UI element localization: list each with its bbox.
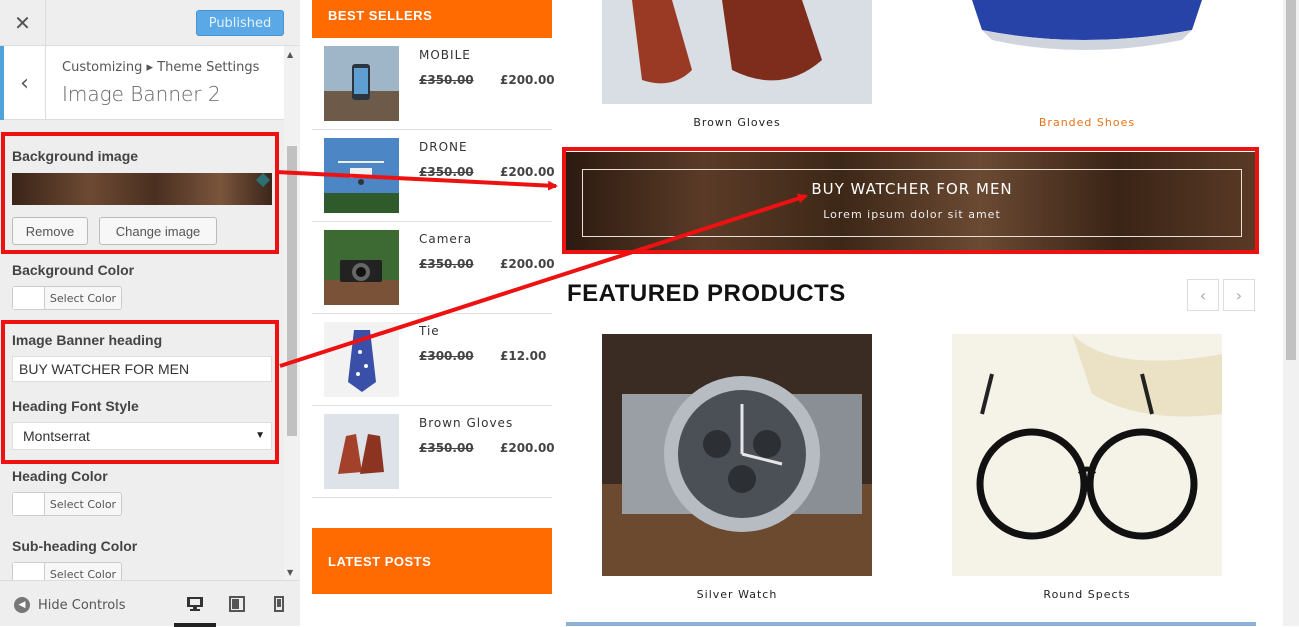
old-price: £350.00 [419,257,474,271]
customizer-footer: ◀ Hide Controls [0,580,300,627]
background-color-label: Background Color [12,262,135,278]
product-name[interactable]: Tie [419,324,440,338]
desktop-preview-icon[interactable] [186,595,204,613]
best-sellers-header: BEST SELLERS [312,0,552,38]
gloves-product-image [324,414,399,489]
color-swatch [13,287,45,309]
arrow-left-circle-icon: ◀ [14,597,30,613]
new-price: £200.00 [500,257,555,271]
new-price: £200.00 [500,73,555,87]
mobile-product-image [324,46,399,121]
old-price: £350.00 [419,441,474,455]
drone-product-image [324,138,399,213]
chevron-left-icon: ‹ [1199,285,1207,305]
next-banner-edge [566,622,1256,626]
annotation-box-heading [1,320,279,464]
background-color-picker[interactable]: Select Color [12,286,122,310]
subheading-color-picker[interactable]: Select Color [12,562,122,580]
subheading-color-label: Sub-heading Color [12,538,138,554]
product-name[interactable]: MOBILE [419,48,471,62]
customizer-sidebar: ✕ Published ‹ Customizing ▸ Theme Settin… [0,0,300,627]
scroll-up-icon[interactable]: ▲ [287,50,293,59]
camera-product-image [324,230,399,305]
scroll-down-icon[interactable]: ▼ [287,568,293,577]
color-swatch [13,493,45,515]
sidebar-scrollbar[interactable]: ▲ ▼ [284,46,300,580]
product-title[interactable]: Brown Gloves [602,116,872,129]
hide-controls-button[interactable]: ◀ Hide Controls [14,597,126,613]
hide-controls-label: Hide Controls [38,597,126,613]
latest-posts-header: LATEST POSTS [312,528,552,594]
preview-scrollbar[interactable] [1283,0,1299,626]
customizer-header: ✕ Published [0,0,300,46]
product-title[interactable]: Silver Watch [602,588,872,601]
chevron-left-icon: ‹ [20,70,29,96]
select-color-label: Select Color [49,497,117,511]
site-preview: BEST SELLERS MOBILE £350.00 £200.00 DRON… [300,0,1299,626]
scrollbar-thumb[interactable] [1286,0,1296,360]
list-item[interactable]: Camera £350.00 £200.00 [312,222,555,314]
new-price: £12.00 [500,349,547,363]
scrollbar-thumb[interactable] [287,146,297,436]
publish-button[interactable]: Published [196,10,284,36]
chevron-right-icon: › [1235,285,1243,305]
close-icon: ✕ [14,11,31,35]
select-color-label: Select Color [49,567,117,581]
list-item[interactable]: Tie £300.00 £12.00 [312,314,552,406]
section-title: Image Banner 2 [62,82,221,106]
product-name[interactable]: Brown Gloves [419,416,513,430]
tie-product-image [324,322,399,397]
active-device-indicator [174,623,216,627]
product-title[interactable]: Branded Shoes [952,116,1222,129]
round-spects-image[interactable] [952,334,1222,576]
mobile-preview-icon[interactable] [270,595,288,613]
section-title-row: ‹ Customizing ▸ Theme Settings Image Ban… [0,46,284,120]
color-swatch [13,563,45,580]
product-title[interactable]: Round Spects [952,588,1222,601]
old-price: £350.00 [419,73,474,87]
branded-shoes-image[interactable] [952,0,1222,104]
list-item[interactable]: Brown Gloves £350.00 £200.00 [312,406,555,498]
heading-color-label: Heading Color [12,468,108,484]
heading-color-picker[interactable]: Select Color [12,492,122,516]
back-button[interactable]: ‹ [0,46,46,120]
annotation-box-background [1,132,279,254]
product-name[interactable]: DRONE [419,140,468,154]
new-price: £200.00 [500,165,555,179]
brown-gloves-image[interactable] [602,0,872,104]
list-item[interactable]: MOBILE £350.00 £200.00 [312,38,555,130]
featured-products-title: FEATURED PRODUCTS [567,280,846,307]
old-price: £300.00 [419,349,474,363]
old-price: £350.00 [419,165,474,179]
carousel-next-button[interactable]: › [1223,279,1255,311]
new-price: £200.00 [500,441,555,455]
silver-watch-image[interactable] [602,334,872,576]
breadcrumb: Customizing ▸ Theme Settings [62,60,260,75]
tablet-preview-icon[interactable] [228,595,246,613]
select-color-label: Select Color [49,291,117,305]
annotation-box-banner [562,147,1259,254]
product-name[interactable]: Camera [419,232,472,246]
list-item[interactable]: DRONE £350.00 £200.00 [312,130,555,222]
carousel-prev-button[interactable]: ‹ [1187,279,1219,311]
close-button[interactable]: ✕ [0,0,46,46]
